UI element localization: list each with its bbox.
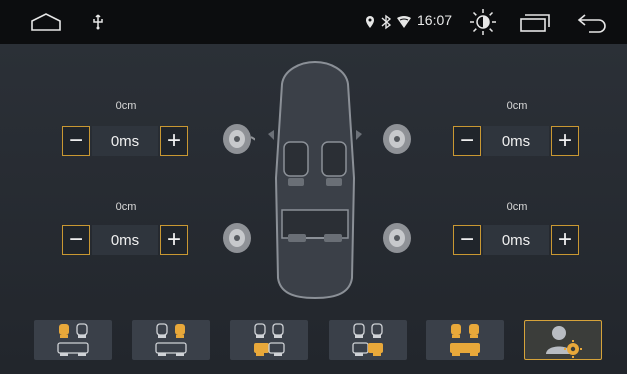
front-left-decrease-button[interactable]: − (62, 126, 90, 156)
rear-left-decrease-button[interactable]: − (62, 225, 90, 255)
brightness-icon[interactable] (468, 7, 498, 37)
rear-left-delay-value: 0ms (92, 225, 158, 255)
preset-front-right-button[interactable] (132, 320, 210, 360)
bluetooth-icon (380, 13, 392, 31)
front-right-delay-value: 0ms (483, 126, 549, 156)
preset-custom-button[interactable] (524, 320, 602, 360)
preset-all-seats-button[interactable] (426, 320, 504, 360)
front-left-delay-value: 0ms (92, 126, 158, 156)
front-right-increase-button[interactable]: + (551, 126, 579, 156)
rear-right-increase-button[interactable]: + (551, 225, 579, 255)
car-top-view-image (264, 58, 366, 302)
speaker-rear-right-icon (379, 220, 415, 261)
preset-rear-left-button[interactable] (230, 320, 308, 360)
front-left-delay-control: − 0ms + (62, 126, 189, 158)
seat-driver-icon (57, 323, 89, 356)
rear-left-increase-button[interactable]: + (160, 225, 188, 255)
status-bar: 16:07 (0, 0, 627, 44)
recent-apps-icon[interactable] (517, 12, 553, 34)
speaker-front-right-icon (379, 121, 415, 162)
rear-left-distance: 0cm (115, 201, 137, 213)
speaker-rear-left-icon (219, 220, 255, 261)
rear-right-decrease-button[interactable]: − (453, 225, 481, 255)
seat-front-right-icon (155, 323, 187, 356)
seat-rear-right-icon (352, 323, 383, 356)
home-icon[interactable] (28, 10, 64, 34)
front-right-delay-control: − 0ms + (453, 126, 580, 158)
front-left-increase-button[interactable]: + (160, 126, 188, 156)
usb-icon (90, 13, 106, 31)
preset-rear-right-button[interactable] (329, 320, 407, 360)
seat-rear-left-icon (254, 323, 285, 356)
rear-right-distance: 0cm (506, 201, 528, 213)
front-right-decrease-button[interactable]: − (453, 126, 481, 156)
front-right-distance: 0cm (506, 100, 528, 112)
rear-left-delay-control: − 0ms + (62, 225, 189, 257)
clock: 16:07 (417, 12, 453, 28)
front-left-distance: 0cm (115, 100, 137, 112)
user-settings-icon (546, 326, 582, 358)
rear-right-delay-control: − 0ms + (453, 225, 580, 257)
back-icon[interactable] (576, 12, 608, 34)
location-icon (364, 14, 376, 30)
seat-front-row-icon (450, 324, 480, 356)
preset-driver-button[interactable] (34, 320, 112, 360)
speaker-front-left-icon (219, 121, 262, 162)
rear-right-delay-value: 0ms (483, 225, 549, 255)
wifi-icon (396, 14, 412, 30)
